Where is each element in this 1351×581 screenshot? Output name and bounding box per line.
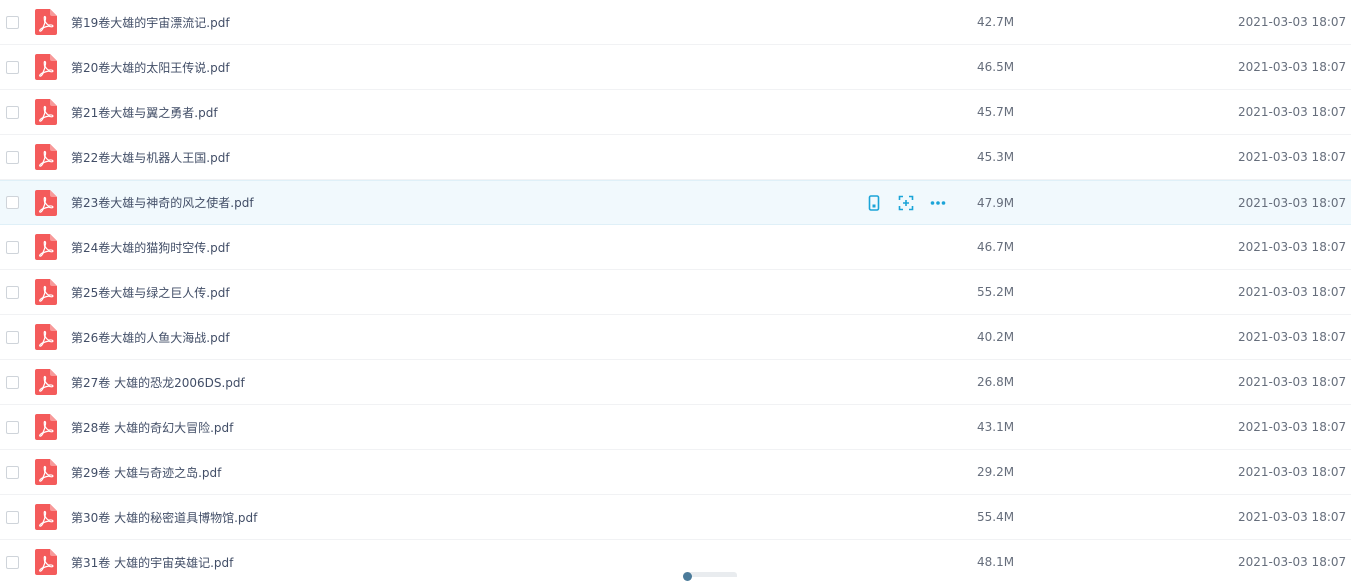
file-date: 2021-03-03 18:07 [1238, 465, 1347, 479]
row-actions [866, 194, 946, 211]
pdf-icon [35, 189, 57, 216]
file-name[interactable]: 第20卷大雄的太阳王传说.pdf [71, 59, 230, 76]
file-size: 46.7M [977, 240, 1015, 254]
file-row[interactable]: 第25卷大雄与绿之巨人传.pdf 55.2M 2021-03-03 18:07 [0, 270, 1351, 315]
file-size: 55.4M [977, 510, 1015, 524]
pdf-icon [35, 459, 57, 485]
file-name[interactable]: 第19卷大雄的宇宙漂流记.pdf [71, 14, 230, 31]
file-date: 2021-03-03 18:07 [1238, 195, 1347, 210]
file-name[interactable]: 第27卷 大雄的恐龙2006DS.pdf [71, 374, 245, 391]
file-date: 2021-03-03 18:07 [1238, 105, 1347, 119]
file-name[interactable]: 第30卷 大雄的秘密道具博物馆.pdf [71, 509, 257, 526]
file-date: 2021-03-03 18:07 [1238, 555, 1347, 569]
file-row[interactable]: 第31卷 大雄的宇宙英雄记.pdf 48.1M 2021-03-03 18:07 [0, 540, 1351, 577]
row-checkbox[interactable] [6, 150, 19, 164]
row-checkbox[interactable] [6, 330, 19, 344]
file-row[interactable]: 第28卷 大雄的奇幻大冒险.pdf 43.1M 2021-03-03 18:07 [0, 405, 1351, 450]
file-list: 第19卷大雄的宇宙漂流记.pdf 42.7M 2021-03-03 18:07 … [0, 0, 1351, 577]
file-name[interactable]: 第31卷 大雄的宇宙英雄记.pdf [71, 554, 233, 571]
row-checkbox[interactable] [6, 105, 19, 119]
pdf-icon [35, 369, 57, 395]
file-row[interactable]: 第26卷大雄的人鱼大海战.pdf 40.2M 2021-03-03 18:07 [0, 315, 1351, 360]
pdf-icon [35, 234, 57, 260]
file-size: 46.5M [977, 60, 1015, 74]
file-name[interactable]: 第28卷 大雄的奇幻大冒险.pdf [71, 419, 233, 436]
file-name[interactable]: 第22卷大雄与机器人王国.pdf [71, 149, 230, 166]
file-date: 2021-03-03 18:07 [1238, 330, 1347, 344]
row-checkbox[interactable] [6, 15, 19, 29]
file-name[interactable]: 第26卷大雄的人鱼大海战.pdf [71, 329, 230, 346]
scroll-indicator[interactable] [683, 572, 737, 581]
file-name[interactable]: 第23卷大雄与神奇的风之使者.pdf [71, 194, 254, 211]
file-name[interactable]: 第25卷大雄与绿之巨人传.pdf [71, 284, 230, 301]
pdf-icon [35, 144, 57, 170]
row-checkbox[interactable] [6, 240, 19, 254]
row-checkbox[interactable] [6, 555, 19, 569]
file-row[interactable]: 第19卷大雄的宇宙漂流记.pdf 42.7M 2021-03-03 18:07 [0, 0, 1351, 45]
file-date: 2021-03-03 18:07 [1238, 15, 1347, 29]
file-size: 29.2M [977, 465, 1015, 479]
file-size: 47.9M [977, 195, 1015, 210]
file-size: 40.2M [977, 330, 1015, 344]
file-date: 2021-03-03 18:07 [1238, 375, 1347, 389]
pdf-icon [35, 324, 57, 350]
row-checkbox[interactable] [6, 375, 19, 389]
file-row[interactable]: 第29卷 大雄与奇迹之岛.pdf 29.2M 2021-03-03 18:07 [0, 450, 1351, 495]
row-checkbox[interactable] [6, 420, 19, 434]
file-row[interactable]: 第23卷大雄与神奇的风之使者.pdf 47.9M 2021-03-03 18:0… [0, 180, 1351, 225]
file-row[interactable]: 第22卷大雄与机器人王国.pdf 45.3M 2021-03-03 18:07 [0, 135, 1351, 180]
file-row[interactable]: 第30卷 大雄的秘密道具博物馆.pdf 55.4M 2021-03-03 18:… [0, 495, 1351, 540]
file-size: 42.7M [977, 15, 1015, 29]
file-date: 2021-03-03 18:07 [1238, 150, 1347, 164]
file-date: 2021-03-03 18:07 [1238, 60, 1347, 74]
row-checkbox[interactable] [6, 465, 19, 479]
file-size: 48.1M [977, 555, 1015, 569]
row-checkbox[interactable] [6, 510, 19, 524]
file-row[interactable]: 第27卷 大雄的恐龙2006DS.pdf 26.8M 2021-03-03 18… [0, 360, 1351, 405]
file-date: 2021-03-03 18:07 [1238, 510, 1347, 524]
file-size: 45.3M [977, 150, 1015, 164]
pdf-icon [35, 279, 57, 305]
pdf-icon [35, 99, 57, 125]
file-size: 45.7M [977, 105, 1015, 119]
pdf-icon [35, 54, 57, 80]
more-icon[interactable] [930, 195, 946, 211]
pdf-icon [35, 9, 57, 35]
file-date: 2021-03-03 18:07 [1238, 240, 1347, 254]
file-row[interactable]: 第24卷大雄的猫狗时空传.pdf 46.7M 2021-03-03 18:07 [0, 225, 1351, 270]
pdf-icon [35, 549, 57, 575]
file-size: 55.2M [977, 285, 1015, 299]
file-name[interactable]: 第21卷大雄与翼之勇者.pdf [71, 104, 218, 121]
file-row[interactable]: 第20卷大雄的太阳王传说.pdf 46.5M 2021-03-03 18:07 [0, 45, 1351, 90]
file-date: 2021-03-03 18:07 [1238, 285, 1347, 299]
pdf-icon [35, 414, 57, 440]
file-row[interactable]: 第21卷大雄与翼之勇者.pdf 45.7M 2021-03-03 18:07 [0, 90, 1351, 135]
file-date: 2021-03-03 18:07 [1238, 420, 1347, 434]
file-size: 43.1M [977, 420, 1015, 434]
pdf-icon [35, 504, 57, 530]
file-name[interactable]: 第24卷大雄的猫狗时空传.pdf [71, 239, 230, 256]
phone-icon[interactable] [866, 194, 882, 211]
scan-icon[interactable] [898, 195, 914, 211]
file-name[interactable]: 第29卷 大雄与奇迹之岛.pdf [71, 464, 221, 481]
row-checkbox[interactable] [6, 60, 19, 74]
row-checkbox[interactable] [6, 196, 19, 209]
file-size: 26.8M [977, 375, 1015, 389]
row-checkbox[interactable] [6, 285, 19, 299]
